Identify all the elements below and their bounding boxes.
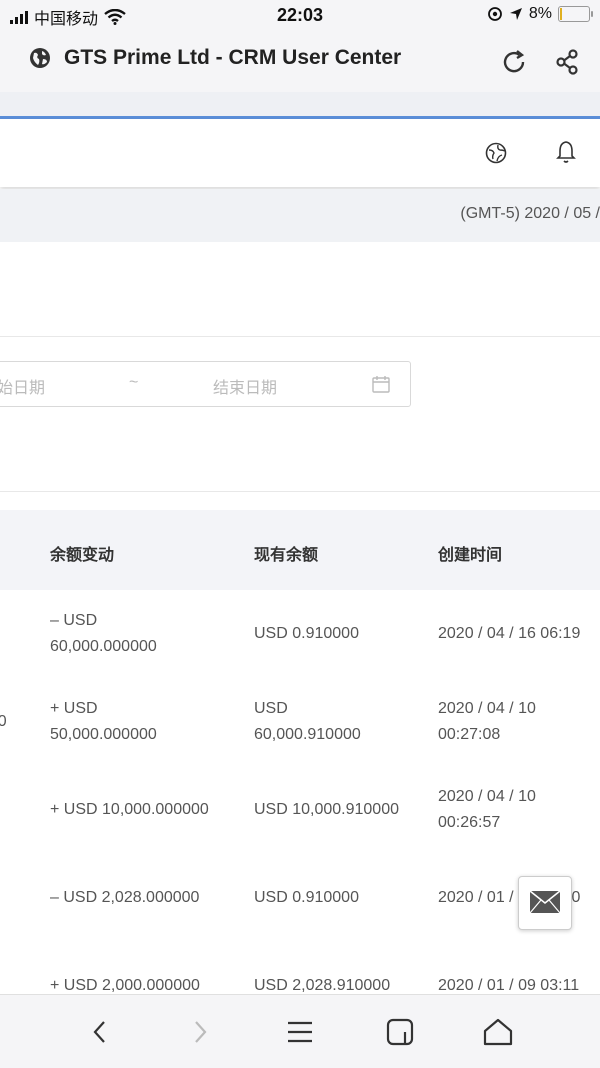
browser-bar: GTS Prime Ltd - CRM User Center: [0, 32, 600, 92]
location-icon: [509, 8, 522, 20]
column-header: 创建时间: [438, 547, 503, 564]
calendar-icon[interactable]: [371, 374, 391, 394]
share-icon[interactable]: [554, 48, 582, 76]
date-separator: ~: [129, 374, 139, 391]
table-row: + USD 10,000.000000 USD 10,000.910000 20…: [0, 766, 600, 855]
timezone-text: (GMT-5) 2020 / 05 /: [460, 205, 600, 222]
table-row: 00 – USD 2,028.000000 USD 0.910000 2020 …: [0, 854, 600, 943]
app-header: [0, 119, 600, 187]
end-date-input[interactable]: 结束日期: [213, 374, 277, 398]
date-range-picker[interactable]: 开始日期 ~ 结束日期: [0, 361, 411, 407]
balance-change-cell: + USD 10,000.000000: [50, 801, 209, 818]
mail-button[interactable]: [518, 876, 572, 930]
page-top-strip: [0, 92, 600, 116]
browser-bottom-nav: [0, 994, 600, 1068]
current-balance-cell: USD 0.910000: [254, 889, 359, 906]
status-right: 8%: [487, 5, 593, 23]
created-time-cell: 2020 / 04 / 16 06:19: [438, 625, 581, 642]
balance-change-cell: – USD 60,000.000000: [50, 612, 157, 655]
timezone-bar: (GMT-5) 2020 / 05 /: [0, 189, 600, 242]
created-time-cell: 2020 / 04 / 10 00:27:08: [438, 700, 536, 743]
created-time-cell: 2020 / 04 / 10 00:26:57: [438, 788, 536, 831]
column-header: 余额变动: [50, 547, 115, 564]
table-row: 000 + USD 50,000.000000 USD 60,000.91000…: [0, 678, 600, 767]
column-header: 现有余额: [254, 547, 319, 564]
table-cell: 000: [0, 713, 7, 730]
balance-change-cell: + USD 50,000.000000: [50, 700, 157, 743]
reload-icon[interactable]: [500, 48, 528, 76]
section-divider: [0, 336, 600, 337]
orientation-lock-icon: [487, 7, 502, 21]
table-header: 余额变动 现有余额 创建时间: [0, 510, 600, 590]
browser-title: GTS Prime Ltd - CRM User Center: [28, 46, 401, 70]
home-icon[interactable]: [481, 1015, 515, 1049]
language-icon[interactable]: [484, 141, 508, 165]
globe-icon: [30, 48, 50, 68]
current-balance-cell: USD 0.910000: [254, 625, 359, 642]
start-date-input[interactable]: 开始日期: [0, 374, 45, 398]
mail-icon: [529, 890, 561, 914]
bell-icon[interactable]: [554, 139, 578, 165]
tabs-icon[interactable]: [383, 1015, 417, 1049]
section-divider: [0, 491, 600, 492]
menu-icon[interactable]: [283, 1015, 317, 1049]
forward-icon[interactable]: [183, 1015, 217, 1049]
balance-change-cell: – USD 2,028.000000: [50, 889, 200, 906]
current-balance-cell: USD 60,000.910000: [254, 700, 361, 743]
battery-icon: [558, 6, 593, 22]
back-icon[interactable]: [83, 1015, 117, 1049]
page-title: GTS Prime Ltd - CRM User Center: [64, 46, 402, 69]
table-row: – USD 60,000.000000 USD 0.910000 2020 / …: [0, 590, 600, 679]
status-bar: 中国移动 22:03 8%: [0, 0, 600, 32]
battery-percent: 8%: [528, 5, 552, 22]
current-balance-cell: USD 10,000.910000: [254, 801, 399, 818]
